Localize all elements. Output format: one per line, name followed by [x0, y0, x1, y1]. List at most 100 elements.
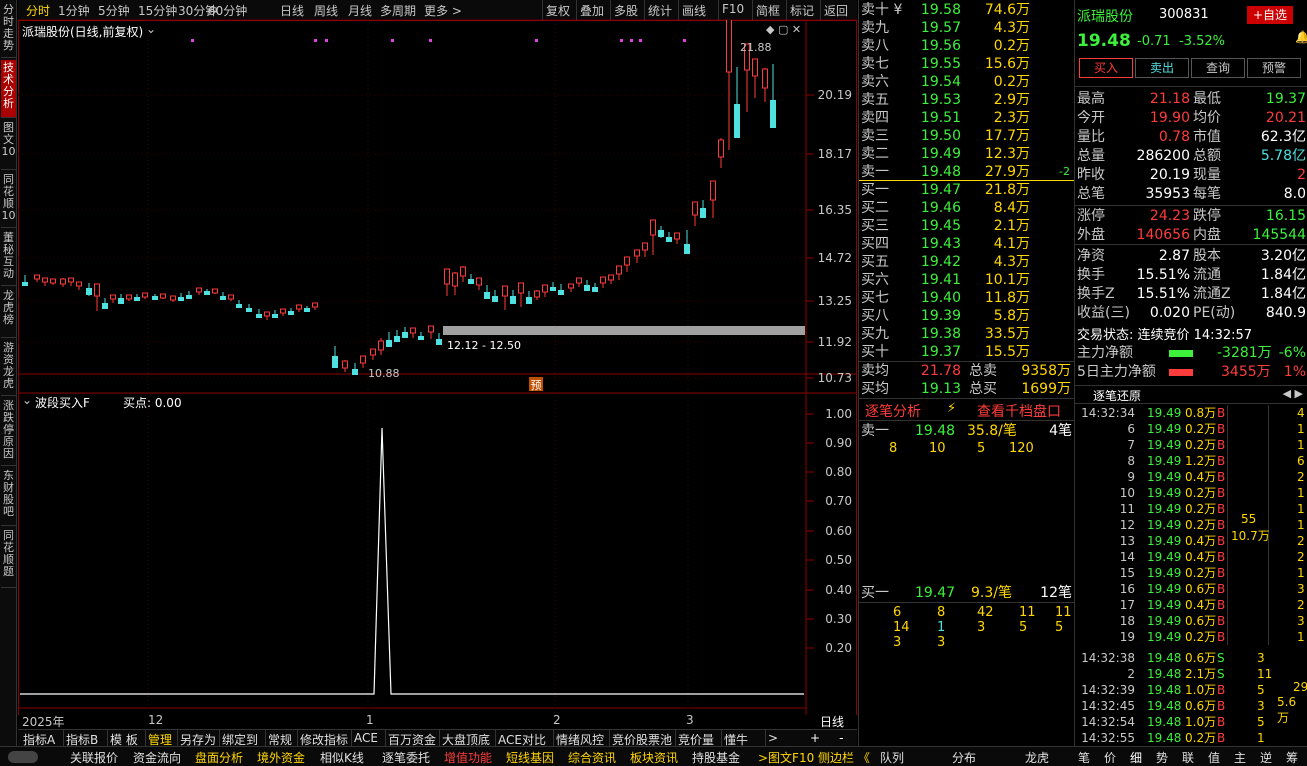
- status-item-13[interactable]: 分布: [952, 749, 976, 766]
- status-item-6[interactable]: 增值功能: [444, 749, 492, 766]
- sidebar-tab-3[interactable]: 同花顺10: [1, 172, 16, 228]
- sidebar-tab-5[interactable]: 龙虎榜: [1, 288, 16, 338]
- sidebar-tab-8[interactable]: 东财股吧: [1, 468, 16, 526]
- status-item-11[interactable]: >图文F10 侧边栏 《: [758, 749, 870, 766]
- tick-row-1: 6 19.49 0.2万 B 1: [1075, 421, 1307, 437]
- toolbar-button-4[interactable]: 画线: [682, 2, 706, 19]
- status-item-18[interactable]: 势: [1156, 749, 1168, 766]
- sidebar-tab-7[interactable]: 涨跌停原因: [1, 398, 16, 466]
- indicator-axis-label: 1.00: [825, 407, 852, 421]
- tab-depth-view[interactable]: 查看千档盘口: [977, 401, 1061, 421]
- status-item-15[interactable]: 笔: [1078, 749, 1090, 766]
- bid-label: 买一: [861, 182, 889, 198]
- tab-tick-analysis[interactable]: 逐笔分析: [865, 401, 921, 421]
- trade-button-1[interactable]: 卖出: [1135, 58, 1189, 78]
- candle-body: [674, 232, 680, 240]
- indicator-line: [20, 427, 804, 695]
- tick-vol: 0.6万: [1185, 582, 1217, 596]
- tick-count: 1: [1297, 566, 1305, 580]
- kline-chart[interactable]: [18, 20, 857, 715]
- period-tab-10[interactable]: 更多 >: [424, 2, 462, 19]
- indicator-chevron-icon[interactable]: ⌄: [22, 393, 32, 407]
- sidebar-tab-1[interactable]: 技术分析: [1, 60, 16, 118]
- status-toggle-icon[interactable]: [8, 751, 38, 763]
- indicator-tab-16[interactable]: >: [768, 731, 778, 745]
- sidebar-tab-9[interactable]: 同花顺题: [1, 528, 16, 588]
- status-item-14[interactable]: 龙虎: [1025, 749, 1049, 766]
- status-item-4[interactable]: 相似K线: [320, 749, 364, 766]
- tick-side: B: [1217, 454, 1226, 468]
- candle-body: [710, 180, 716, 201]
- candle-body: [600, 276, 606, 284]
- status-item-2[interactable]: 盘面分析: [195, 749, 243, 766]
- status-item-12[interactable]: 队列: [880, 749, 904, 766]
- tick-row-15: 14:32:38 19.48 0.6万 S 3: [1075, 650, 1307, 666]
- period-tab-1[interactable]: 1分钟: [58, 2, 90, 19]
- status-item-20[interactable]: 值: [1208, 749, 1220, 766]
- toolbar-button-3[interactable]: 统计: [648, 2, 672, 19]
- toolbar-button-1[interactable]: 叠加: [580, 2, 604, 19]
- status-item-5[interactable]: 逐笔委托: [382, 749, 430, 766]
- chart-window-controls[interactable]: ◆ ▢ ✕: [766, 23, 801, 36]
- signal-marker: [191, 39, 194, 42]
- status-item-1[interactable]: 资金流向: [133, 749, 181, 766]
- ask-row-1: 卖九 19.57 4.3万: [859, 19, 1074, 37]
- quote-row-4: 昨收 20.19 现量 2: [1075, 166, 1307, 185]
- chevron-down-icon[interactable]: ⌄: [146, 22, 156, 36]
- toolbar-button-8[interactable]: 返回: [824, 2, 848, 19]
- flow-label: 5日主力净额: [1077, 364, 1156, 380]
- tick-count: 1: [1297, 518, 1305, 532]
- status-item-23[interactable]: 筹: [1286, 749, 1298, 766]
- zoom-controls[interactable]: + -: [810, 731, 843, 745]
- period-tab-7[interactable]: 周线: [314, 2, 338, 19]
- candle-body: [76, 281, 82, 287]
- candle-body: [342, 360, 348, 369]
- status-item-21[interactable]: 主: [1234, 749, 1246, 766]
- toolbar-button-7[interactable]: 标记: [790, 2, 814, 19]
- candle-body: [518, 282, 524, 294]
- status-item-7[interactable]: 短线基因: [506, 749, 554, 766]
- status-item-16[interactable]: 价: [1104, 749, 1116, 766]
- signal-marker: [639, 39, 642, 42]
- period-tab-9[interactable]: 多周期: [380, 2, 416, 19]
- bell-icon[interactable]: 🔔: [1295, 30, 1307, 44]
- period-tab-0[interactable]: 分时: [26, 2, 50, 19]
- period-tab-8[interactable]: 月线: [348, 2, 372, 19]
- tick-count: 1: [1297, 630, 1305, 644]
- candle-body: [142, 292, 148, 298]
- sidebar-tab-2[interactable]: 图文10: [1, 120, 16, 170]
- period-tab-2[interactable]: 5分钟: [98, 2, 130, 19]
- candle-body: [468, 279, 474, 284]
- bid-price: 19.39: [920, 308, 961, 324]
- sidebar-tab-4[interactable]: 董秘互动: [1, 230, 16, 286]
- status-item-9[interactable]: 板块资讯: [630, 749, 678, 766]
- status-item-19[interactable]: 联: [1182, 749, 1194, 766]
- tick-panel-arrows[interactable]: ◀ ▶: [1283, 387, 1303, 400]
- period-tab-5[interactable]: 60分钟: [208, 2, 247, 19]
- forecast-badge[interactable]: 预: [529, 377, 543, 392]
- tick-price: 19.49: [1147, 422, 1182, 436]
- status-item-10[interactable]: 持股基金: [692, 749, 740, 766]
- status-item-17[interactable]: 细: [1130, 749, 1142, 766]
- status-item-3[interactable]: 境外资金: [257, 749, 305, 766]
- toolbar-separator: [576, 0, 577, 20]
- trade-button-2[interactable]: 查询: [1191, 58, 1245, 78]
- status-item-22[interactable]: 逆: [1260, 749, 1272, 766]
- ask-label: 卖七: [861, 56, 889, 72]
- add-watchlist-button[interactable]: +自选: [1247, 6, 1293, 24]
- toolbar-button-2[interactable]: 多股: [614, 2, 638, 19]
- candle-body: [60, 278, 66, 285]
- toolbar-button-6[interactable]: 简框: [756, 2, 780, 19]
- status-item-8[interactable]: 综合资讯: [568, 749, 616, 766]
- period-tab-3[interactable]: 15分钟: [138, 2, 177, 19]
- trade-button-3[interactable]: 预警: [1247, 58, 1301, 78]
- status-item-0[interactable]: 关联报价: [70, 749, 118, 766]
- tick-row-16: 2 19.48 2.1万 S 11: [1075, 666, 1307, 682]
- sidebar-tab-6[interactable]: 游资龙虎: [1, 340, 16, 396]
- indicator-tab-8[interactable]: ACE: [354, 731, 378, 745]
- sidebar-tab-0[interactable]: 分时走势: [1, 2, 16, 58]
- toolbar-button-0[interactable]: 复权: [546, 2, 570, 19]
- toolbar-button-5[interactable]: F10: [722, 2, 744, 16]
- period-tab-6[interactable]: 日线: [280, 2, 304, 19]
- trade-button-0[interactable]: 买入: [1079, 58, 1133, 78]
